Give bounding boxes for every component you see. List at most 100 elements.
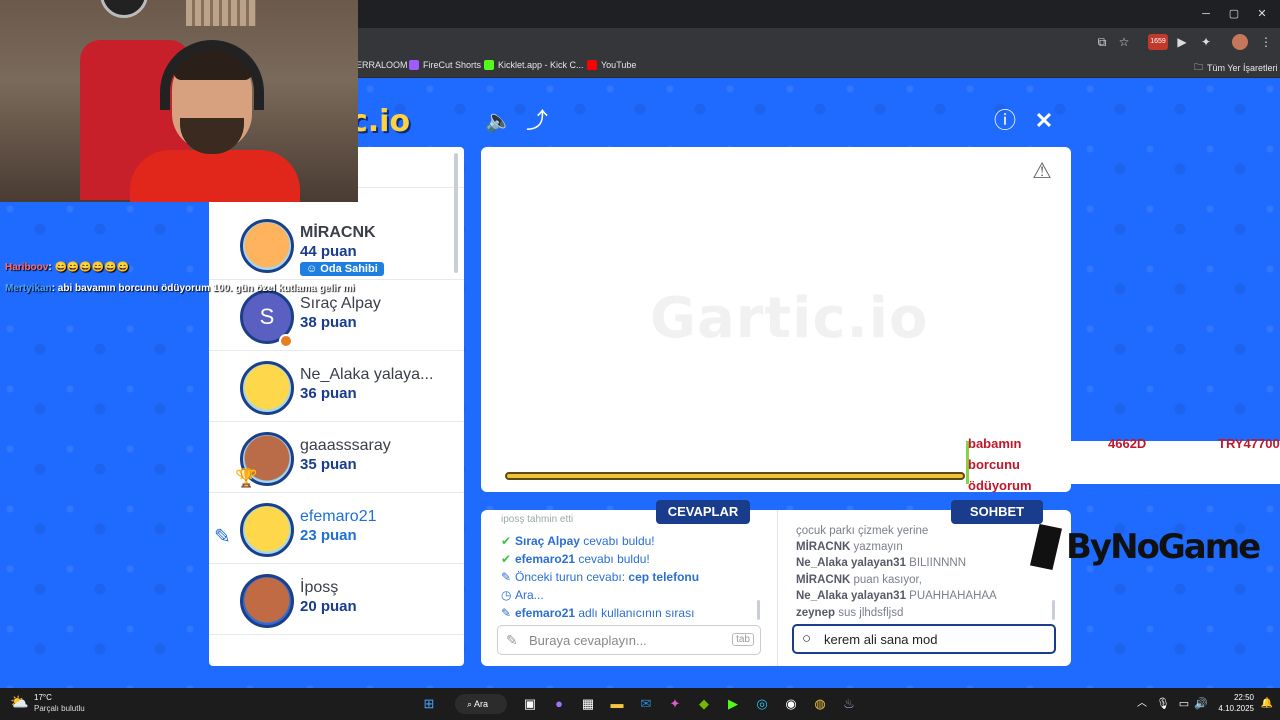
all-bookmarks[interactable]: 🗀 Tüm Yer İşaretleri [1194, 60, 1278, 76]
dartboard [100, 0, 148, 18]
check-icon: ✔ [501, 534, 512, 548]
bookmark-item[interactable]: Kicklet.app - Kick C... [484, 60, 584, 70]
player-points: 20 puan [300, 598, 357, 615]
bookmark-item[interactable]: YouTube [587, 60, 636, 70]
answer-line-partial: iposş tahmin etti [501, 514, 574, 525]
folder-icon: 🗀 [1194, 62, 1204, 72]
search-icon: ⌕ [467, 699, 475, 709]
ticker-word: babamın [968, 436, 1022, 451]
player-row[interactable]: Ne_Alaka yalaya... 36 puan [209, 351, 464, 422]
info-icon[interactable]: ⓘ [992, 108, 1018, 134]
answers-scrollbar[interactable] [757, 600, 760, 620]
outlook-icon[interactable]: ✉ [638, 696, 654, 712]
streamer [130, 40, 300, 202]
share-icon[interactable]: ⤴ [524, 108, 550, 134]
menu-kebab-icon[interactable]: ⋮ [1258, 34, 1274, 50]
chat-line: Ne_Alaka yalayan31 BILIINNNN [796, 557, 967, 569]
sound-icon[interactable]: 🔈 [485, 108, 512, 134]
answer-line: ✎ efemaro21 adlı kullanıcının sırası [501, 606, 695, 620]
store-icon[interactable]: ▦ [580, 696, 596, 712]
tab-answers[interactable]: CEVAPLAR [656, 500, 750, 524]
pencil-icon: ✎ [506, 632, 518, 648]
ticker-word: borcunu [968, 457, 1020, 472]
volume-icon[interactable]: 🔊 [1193, 696, 1209, 712]
kick-icon[interactable]: ▶ [725, 696, 741, 712]
webcam-overlay [0, 0, 358, 202]
weather-temp: 17°C [34, 693, 52, 702]
network-icon[interactable]: ▭ [1176, 696, 1192, 712]
player-row[interactable]: MİRACNK 44 puan ☺ Oda Sahibi [209, 209, 464, 280]
minimize-icon[interactable]: ─ [1196, 6, 1216, 22]
player-name: İposş [300, 579, 339, 596]
overlay-chat-line: Mertyikan: abi bavamın borcunu ödüyorum … [5, 283, 355, 294]
taskbar-search[interactable]: ⌕ Ara [455, 694, 507, 714]
player-avatar [240, 503, 294, 557]
weather-desc: Parçalı bulutlu [34, 704, 85, 713]
players-scrollbar[interactable] [454, 153, 458, 273]
bookmark-item[interactable]: ERRALOOM [356, 60, 408, 70]
tray-chevron-icon[interactable]: ︿ [1134, 696, 1150, 712]
restore-icon[interactable]: ▢ [1224, 6, 1244, 22]
player-name: gaaasssaray [300, 437, 391, 454]
youtube-icon [587, 60, 597, 70]
pencil-icon: ✎ [501, 606, 512, 620]
player-name: Sıraç Alpay [300, 295, 381, 312]
trophy-icon: 🏆 [235, 468, 258, 488]
clock-icon: ◷ [501, 588, 512, 602]
profile-avatar[interactable] [1232, 34, 1248, 50]
player-points: 23 puan [300, 527, 357, 544]
tab-chat[interactable]: SOHBET [951, 500, 1043, 524]
obs-icon[interactable]: ◉ [783, 696, 799, 712]
chat-line: MİRACNK puan kasıyor, [796, 574, 922, 586]
player-row[interactable]: 🏆 gaaasssaray 35 puan [209, 422, 464, 493]
pencil-icon: ✎ [501, 570, 512, 584]
nvidia-icon[interactable]: ◆ [696, 696, 712, 712]
steam-icon[interactable]: ♨ [841, 696, 857, 712]
chat-line: çocuk parkı çizmek yerine [796, 525, 929, 537]
close-icon[interactable]: ✕ [1031, 108, 1057, 134]
player-row[interactable]: efemaro21 23 puan [209, 493, 464, 564]
task-view-icon[interactable]: ▣ [522, 696, 538, 712]
extension-play-icon[interactable]: ▶ [1174, 34, 1190, 50]
ticker-word: ödüyorum [968, 478, 1032, 493]
weather-icon[interactable]: ⛅ [10, 693, 30, 713]
player-name: MİRACNK [300, 224, 376, 241]
player-avatar [240, 574, 294, 628]
clock-date[interactable]: 4.10.2025 [1212, 704, 1254, 713]
report-warning-icon[interactable]: ⚠ [1030, 160, 1054, 182]
notification-icon[interactable]: 🔔 [1259, 696, 1275, 712]
install-app-icon[interactable]: ⧉ [1094, 34, 1110, 50]
tab-hint: tab [732, 633, 754, 646]
player-avatar [240, 219, 294, 273]
chat-input[interactable]: ○ kerem ali sana mod [792, 624, 1056, 654]
room-owner-badge: ☺ Oda Sahibi [300, 262, 384, 276]
kicklet-icon [484, 60, 494, 70]
check-icon: ✔ [501, 552, 512, 566]
app-icon[interactable]: ✦ [667, 696, 683, 712]
answer-input[interactable]: ✎ Buraya cevaplayın... tab [497, 625, 761, 655]
extensions-puzzle-icon[interactable]: ✦ [1198, 34, 1214, 50]
bookshelf [186, 0, 256, 26]
ticker-code: 4662D [1108, 436, 1147, 451]
clock-time[interactable]: 22:50 [1216, 693, 1254, 702]
chat-input-value: kerem ali sana mod [824, 632, 938, 647]
chat-scrollbar[interactable] [1052, 600, 1055, 620]
round-timer-bar [505, 472, 965, 480]
players-panel: MİRACNK 44 puan ☺ Oda Sahibi S Sıraç Alp… [209, 147, 464, 666]
bynogame-text: ByNoGame [1066, 527, 1261, 567]
chat-line: MİRACNK yazmayın [796, 541, 903, 553]
extension-counter-badge[interactable]: 1659 [1148, 34, 1168, 50]
copilot-icon[interactable]: ● [551, 696, 567, 712]
bookmark-item[interactable]: FireCut Shorts [409, 60, 481, 70]
bookmark-star-icon[interactable]: ☆ [1116, 34, 1132, 50]
close-window-icon[interactable]: ✕ [1252, 6, 1272, 22]
edge-icon[interactable]: ◎ [754, 696, 770, 712]
chrome-icon[interactable]: ◍ [812, 696, 828, 712]
ticker-code: TRY47700 [1218, 436, 1280, 451]
answer-line: ◷ Ara... [501, 588, 544, 602]
windows-start-icon[interactable]: ⊞ [421, 696, 437, 712]
mic-icon[interactable]: 🎙 [1155, 696, 1171, 712]
player-row[interactable]: İposş 20 puan [209, 564, 464, 635]
explorer-icon[interactable]: ▬ [609, 696, 625, 712]
player-avatar [240, 361, 294, 415]
